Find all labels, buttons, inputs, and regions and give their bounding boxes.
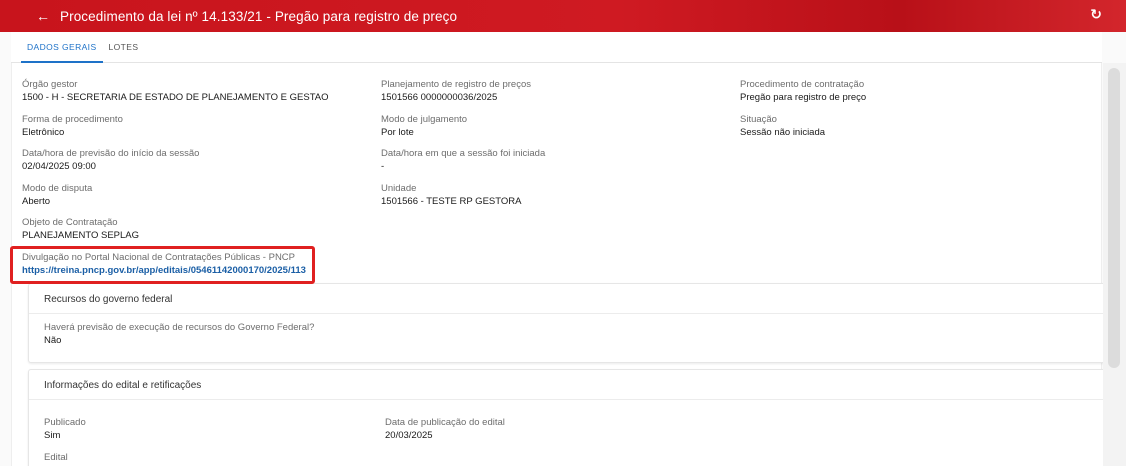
field-sessao-iniciada: Data/hora em que a sessão foi iniciada - (381, 148, 545, 174)
field-label: Edital (44, 452, 68, 463)
card-title: Informações do edital e retificações (44, 380, 202, 391)
field-previsao-inicio: Data/hora de previsão do início da sessã… (22, 148, 199, 174)
page-title: Procedimento da lei nº 14.133/21 - Pregã… (60, 8, 458, 24)
field-forma-procedimento: Forma de procedimento Eletrônico (22, 114, 123, 140)
field-label: Publicado (44, 417, 86, 428)
field-modo-disputa: Modo de disputa Aberto (22, 183, 92, 209)
tab-bar: DADOS GERAIS LOTES (11, 32, 1102, 63)
field-label: Data de publicação do edital (385, 417, 505, 428)
field-value: 20/03/2025 (385, 430, 433, 441)
pncp-link[interactable]: https://treina.pncp.gov.br/app/editais/0… (22, 265, 306, 276)
field-pncp: Divulgação no Portal Nacional de Contrat… (22, 252, 306, 278)
field-unidade: Unidade 1501566 - TESTE RP GESTORA (381, 183, 521, 209)
field-value: Sessão não iniciada (740, 127, 826, 138)
field-procedimento: Procedimento de contratação Pregão para … (740, 79, 866, 105)
refresh-icon[interactable]: ↻ (1090, 6, 1102, 23)
tab-lotes[interactable]: LOTES (103, 32, 145, 62)
field-value: Pregão para registro de preço (740, 92, 867, 103)
field-value: PLANEJAMENTO SEPLAG (22, 230, 140, 241)
field-label: Data/hora de previsão do início da sessã… (22, 148, 200, 159)
field-label: Modo de disputa (22, 183, 93, 194)
field-label: Modo de julgamento (381, 114, 468, 125)
field-label: Objeto de Contratação (22, 217, 118, 228)
field-value: - (381, 161, 385, 172)
field-value: Por lote (381, 127, 414, 138)
field-orgao-gestor: Órgão gestor 1500 - H - SECRETARIA DE ES… (22, 79, 329, 105)
field-value: Aberto (22, 196, 50, 207)
field-data-publicacao: Data de publicação do edital 20/03/2025 (385, 417, 505, 443)
main-content: Órgão gestor 1500 - H - SECRETARIA DE ES… (11, 63, 1106, 466)
app-header: ← Procedimento da lei nº 14.133/21 - Pre… (0, 0, 1126, 32)
field-label: Unidade (381, 183, 417, 194)
field-publicado: Publicado Sim (44, 417, 86, 443)
scrollbar-thumb[interactable] (1108, 68, 1120, 368)
card-edital: Informações do edital e retificações Pub… (28, 369, 1106, 466)
tab-dados-gerais[interactable]: DADOS GERAIS (21, 32, 103, 63)
card-recursos-federais: Recursos do governo federal Haverá previ… (28, 283, 1106, 363)
card-title: Recursos do governo federal (44, 294, 173, 305)
field-value: Eletrônico (22, 127, 65, 138)
field-label: Situação (740, 114, 777, 125)
field-label: Procedimento de contratação (740, 79, 865, 90)
field-value: Não (44, 335, 62, 346)
field-planejamento: Planejamento de registro de preços 15015… (381, 79, 531, 105)
field-value: 02/04/2025 09:00 (22, 161, 96, 172)
field-value: 1501566 - TESTE RP GESTORA (381, 196, 522, 207)
back-arrow-icon[interactable]: ← (34, 9, 52, 23)
field-edital: Edital (44, 452, 68, 464)
field-label: Planejamento de registro de preços (381, 79, 531, 90)
field-value: 1501566 0000000036/2025 (381, 92, 498, 103)
field-value: Sim (44, 430, 61, 441)
field-objeto-contratacao: Objeto de Contratação PLANEJAMENTO SEPLA… (22, 217, 139, 243)
card-divider (29, 399, 1105, 400)
field-label: Forma de procedimento (22, 114, 123, 125)
field-label: Divulgação no Portal Nacional de Contrat… (22, 252, 295, 263)
field-label: Data/hora em que a sessão foi iniciada (381, 148, 546, 159)
field-value: 1500 - H - SECRETARIA DE ESTADO DE PLANE… (22, 92, 329, 103)
field-label: Haverá previsão de execução de recursos … (44, 322, 315, 333)
field-modo-julgamento: Modo de julgamento Por lote (381, 114, 467, 140)
field-situacao: Situação Sessão não iniciada (740, 114, 825, 140)
field-recursos-federais: Haverá previsão de execução de recursos … (44, 322, 314, 348)
field-label: Órgão gestor (22, 79, 78, 90)
card-divider (29, 313, 1105, 314)
